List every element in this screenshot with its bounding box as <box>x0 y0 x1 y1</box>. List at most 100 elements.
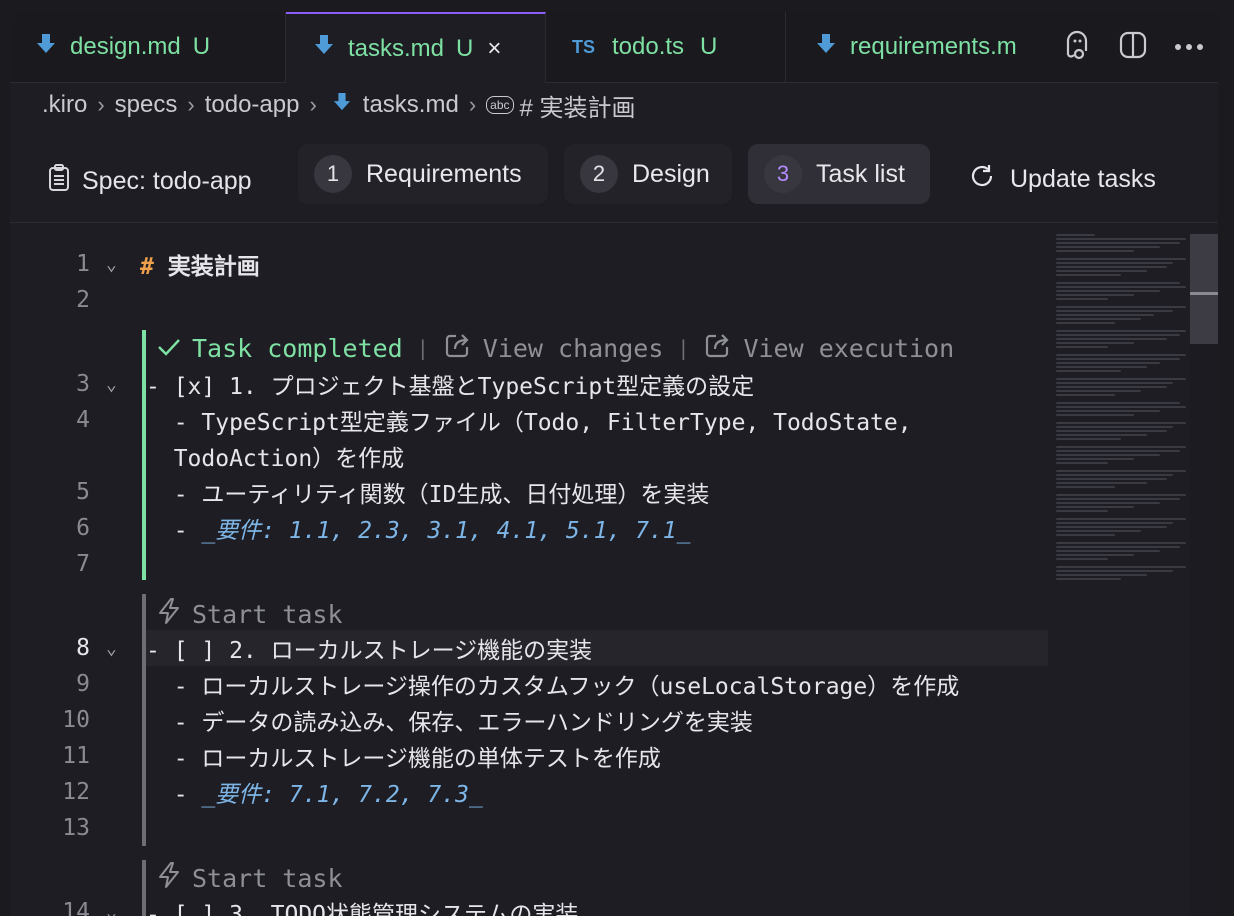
line-number: 9 <box>76 671 90 697</box>
fold-chevron-icon[interactable]: ⌄ <box>106 902 117 916</box>
view-execution-link[interactable]: View execution <box>743 334 954 363</box>
code-text: - _要件: 1.1, 2.3, 3.1, 4.1, 5.1, 7.1_ <box>146 511 691 545</box>
minimap-line <box>1056 550 1160 552</box>
minimap[interactable] <box>1056 234 1196 594</box>
line-number: 3 <box>76 371 90 397</box>
minimap-line <box>1056 566 1186 568</box>
minimap-line <box>1056 262 1173 264</box>
minimap-line <box>1056 246 1160 248</box>
minimap-line <box>1056 570 1173 572</box>
spec-label: Spec: todo-app <box>48 162 252 200</box>
more-actions-icon[interactable] <box>1174 38 1204 56</box>
update-tasks-label: Update tasks <box>1010 164 1156 193</box>
minimap-line <box>1056 294 1134 296</box>
minimap-line <box>1056 470 1186 472</box>
step-task-list[interactable]: 3 Task list <box>748 144 930 204</box>
markdown-download-icon <box>314 34 336 63</box>
heading-text: 実装計画 <box>167 254 260 280</box>
fold-chevron-icon[interactable]: ⌄ <box>106 254 117 275</box>
fold-chevron-icon[interactable]: ⌄ <box>106 638 117 659</box>
code-text: - ユーティリティ関数（ID生成、日付処理）を実装 <box>146 482 710 508</box>
minimap-line <box>1056 486 1115 488</box>
close-icon[interactable]: × <box>487 35 501 63</box>
view-execution-icon <box>703 330 733 366</box>
tab-design-md[interactable]: design.md U <box>10 12 286 82</box>
minimap-line <box>1056 358 1180 360</box>
minimap-line <box>1056 438 1121 440</box>
tab-tasks-md[interactable]: tasks.md U × <box>286 12 546 83</box>
fold-chevron-icon[interactable]: ⌄ <box>106 374 117 395</box>
minimap-line <box>1056 518 1186 520</box>
line-number: 6 <box>76 515 90 541</box>
minimap-line <box>1056 462 1108 464</box>
tab-label: tasks.md <box>348 34 445 62</box>
lightning-icon <box>156 861 182 895</box>
minimap-line <box>1056 426 1173 428</box>
task-codelens: Start task <box>156 596 343 632</box>
view-changes-link[interactable]: View changes <box>483 334 664 363</box>
start-task-link[interactable]: Start task <box>192 600 343 629</box>
minimap-line <box>1056 366 1147 368</box>
markdown-download-icon <box>333 91 351 119</box>
breadcrumb-heading[interactable]: # 実装計画 <box>520 88 636 123</box>
minimap-line <box>1056 386 1167 388</box>
list-dash: - <box>146 782 202 808</box>
editor-window: design.md U tasks.md U × TS todo.ts U re… <box>10 12 1218 916</box>
tab-todo-ts[interactable]: TS todo.ts U <box>546 12 786 82</box>
update-tasks-button[interactable]: Update tasks <box>968 160 1156 198</box>
breadcrumb-item[interactable]: todo-app <box>205 91 300 119</box>
untracked-badge: U <box>700 33 718 60</box>
code-editor[interactable]: 1 ⌄ # 実装計画 2 Task completed | View chang… <box>10 224 1218 916</box>
minimap-line <box>1056 310 1173 312</box>
code-text: - _要件: 7.1, 7.2, 7.3_ <box>146 775 483 809</box>
code-text: TodoAction）を作成 <box>146 446 405 472</box>
text-symbol-icon: abc <box>486 96 514 114</box>
step-label: Task list <box>816 159 905 188</box>
minimap-line <box>1056 390 1141 392</box>
step-requirements[interactable]: 1 Requirements <box>298 144 548 204</box>
minimap-line <box>1056 506 1134 508</box>
markdown-download-icon <box>816 33 838 62</box>
step-design[interactable]: 2 Design <box>564 144 732 204</box>
tab-requirements-md[interactable]: requirements.m <box>786 12 1048 82</box>
minimap-line <box>1056 530 1141 532</box>
minimap-line <box>1056 414 1134 416</box>
requirements-ref: _要件: 1.1, 2.3, 3.1, 4.1, 5.1, 7.1_ <box>201 518 691 544</box>
minimap-line <box>1056 258 1186 260</box>
view-changes-icon <box>443 330 473 366</box>
task-codelens: Task completed | View changes | View exe… <box>156 330 954 366</box>
line-number: 10 <box>62 707 90 733</box>
minimap-line <box>1056 286 1186 288</box>
minimap-line <box>1056 502 1160 504</box>
minimap-line <box>1056 330 1186 332</box>
breadcrumb-separator: › <box>97 92 105 117</box>
checkmark-icon <box>156 334 182 363</box>
kiro-ghost-icon[interactable] <box>1062 29 1092 66</box>
scrollbar-thumb[interactable] <box>1190 234 1218 344</box>
breadcrumb-item[interactable]: specs <box>115 91 178 119</box>
code-text: - [ ] 3. TODO状態管理システムの実装 <box>146 902 579 916</box>
minimap-line <box>1056 434 1147 436</box>
task-completed-label: Task completed <box>192 333 403 363</box>
minimap-line <box>1056 282 1180 284</box>
breadcrumb-item[interactable]: tasks.md <box>363 91 459 119</box>
minimap-line <box>1056 578 1121 580</box>
code-text: - ローカルストレージ機能の単体テストを作成 <box>146 746 661 772</box>
minimap-line <box>1056 318 1141 320</box>
breadcrumb-item[interactable]: .kiro <box>42 91 87 119</box>
editor-actions <box>1048 12 1218 82</box>
minimap-line <box>1056 274 1121 276</box>
step-label: Requirements <box>366 159 522 188</box>
minimap-line <box>1056 378 1186 380</box>
start-task-link[interactable]: Start task <box>192 864 343 893</box>
minimap-line <box>1056 534 1115 536</box>
minimap-line <box>1056 458 1134 460</box>
minimap-line <box>1056 522 1173 524</box>
split-editor-icon[interactable] <box>1119 31 1147 64</box>
breadcrumb: .kiro › specs › todo-app › tasks.md › ab… <box>42 88 636 123</box>
minimap-line <box>1056 370 1121 372</box>
minimap-line <box>1056 314 1154 316</box>
breadcrumb-separator: › <box>468 92 477 117</box>
minimap-line <box>1056 234 1095 236</box>
line-number: 7 <box>76 551 90 577</box>
